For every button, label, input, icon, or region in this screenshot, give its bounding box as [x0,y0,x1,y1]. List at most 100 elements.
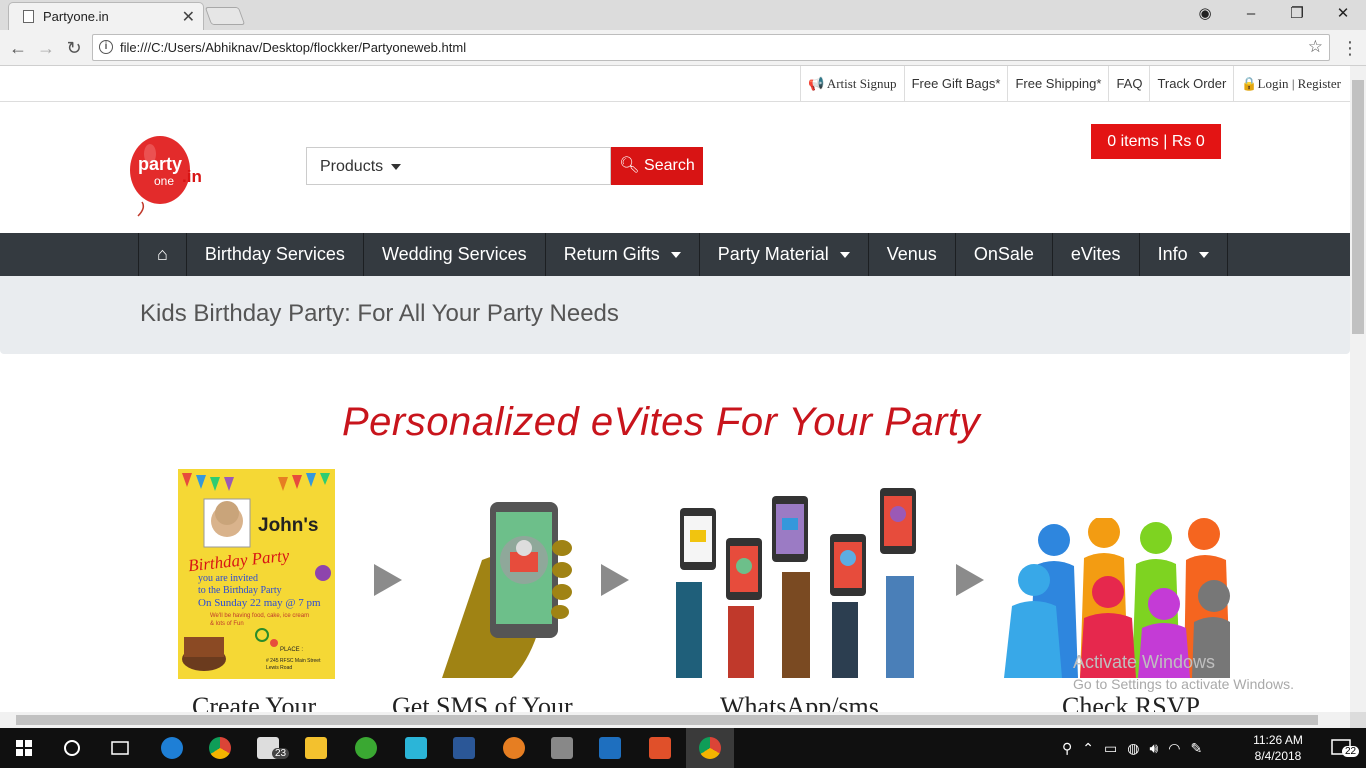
scroll-thumb[interactable] [1352,80,1364,334]
nav-return-gifts[interactable]: Return Gifts [546,233,700,276]
scroll-thumb[interactable] [16,715,1318,725]
volume-icon[interactable]: 🔊︎ [1149,740,1158,757]
home-icon: ⌂ [157,244,168,264]
notifications-badge: 22 [1342,746,1360,757]
nav-onsale[interactable]: OnSale [956,233,1053,276]
step-caption-create: Create Your [192,692,317,712]
arrow-right-icon [956,564,984,596]
search-button[interactable]: 🔍︎ Search [611,147,703,185]
vertical-scrollbar[interactable] [1350,66,1366,712]
app-green-icon[interactable] [342,728,390,768]
clock-date: 8/4/2018 [1254,749,1302,763]
chevron-down-icon [391,164,401,170]
minimize-button[interactable]: – [1228,2,1274,26]
bookmark-star-icon[interactable]: ☆ [1308,37,1323,57]
start-button[interactable] [0,728,48,768]
edge-icon[interactable] [148,728,196,768]
chevron-down-icon [1198,252,1209,259]
app-blue-icon[interactable] [586,728,634,768]
horizontal-scrollbar[interactable] [0,712,1350,728]
search-category-dropdown[interactable]: Products [306,147,611,185]
arrow-right-icon [374,564,402,596]
card-line2: to the Birthday Party [198,585,282,596]
partyone-logo[interactable]: party one .in [128,134,224,220]
back-button[interactable]: ← [6,36,30,60]
address-bar[interactable]: i file:///C:/Users/Abhiknav/Desktop/floc… [92,34,1330,61]
logo-text-in: .in [182,167,202,186]
mail-badge: 23 [272,748,290,759]
browser-tab-bar: Partyone.in ✕ ◉ – ❐ ✕ [0,0,1366,30]
card-place: # 245 RFSC Main Street Lewis Road [266,658,321,671]
url-text[interactable]: file:///C:/Users/Abhiknav/Desktop/flockk… [120,40,466,55]
card-line3: On Sunday 22 may @ 7 pm [198,597,321,609]
app-gallery-icon[interactable] [538,728,586,768]
logo-text-party: party [138,154,182,174]
mail-icon[interactable]: 23 [244,728,292,768]
arrow-right-icon [601,564,629,596]
new-tab-button[interactable] [204,7,246,25]
tab-title: Partyone.in [43,9,109,24]
file-explorer-icon[interactable] [292,728,340,768]
free-gift-bags-link[interactable]: Free Gift Bags* [903,66,1008,102]
cortana-search-icon[interactable] [48,728,96,768]
track-order-link[interactable]: Track Order [1149,66,1233,102]
info-icon[interactable]: i [99,40,113,54]
word-icon[interactable] [440,728,488,768]
page-icon [23,10,34,23]
taskbar-clock[interactable]: 11:26 AM 8/4/2018 [1246,732,1310,764]
login-link[interactable]: Login [1258,76,1289,91]
megaphone-icon: 📢 [808,76,825,91]
nav-party-material[interactable]: Party Material [700,233,869,276]
network-icon[interactable]: ◍ [1127,740,1139,757]
utility-bar: 📢 Artist Signup Free Gift Bags* Free Shi… [0,66,1350,102]
notifications-icon[interactable]: 22 [1318,728,1366,768]
nav-home[interactable]: ⌂ [139,233,187,276]
nav-wedding-services[interactable]: Wedding Services [364,233,546,276]
cart-button[interactable]: 0 items | Rs 0 [1091,124,1221,159]
tab-close-icon[interactable]: ✕ [182,7,195,27]
step-caption-rsvp: Check RSVP [1062,692,1200,712]
search-category-label: Products [320,158,384,175]
wifi-icon[interactable]: ◠ [1168,740,1180,757]
profile-icon[interactable]: ◉ [1182,2,1228,26]
page-banner: Kids Birthday Party: For All Your Party … [0,276,1350,354]
nav-venus[interactable]: Venus [869,233,956,276]
free-shipping-link[interactable]: Free Shipping* [1007,66,1108,102]
forward-button[interactable]: → [34,36,58,60]
chevron-down-icon [670,252,681,259]
main-navigation: ⌂ Birthday Services Wedding Services Ret… [0,233,1350,276]
chrome-active-icon[interactable] [686,728,734,768]
activate-windows-subtitle: Go to Settings to activate Windows. [1073,676,1294,692]
maximize-button[interactable]: ❐ [1274,2,1320,26]
faq-link[interactable]: FAQ [1108,66,1149,102]
pen-icon[interactable]: ✎ [1191,740,1203,757]
app-infinity-icon[interactable] [490,728,538,768]
search-icon: 🔍︎ [619,157,640,174]
evites-headline: Personalized eVites For Your Party [342,400,981,444]
card-place-label: PLACE : [280,647,304,653]
chrome-icon[interactable] [196,728,244,768]
clock-time: 11:26 AM [1253,733,1303,747]
chevron-up-icon[interactable]: ⌃ [1082,740,1094,757]
phone-email-image [442,498,582,678]
reload-button[interactable]: ↻ [62,36,86,60]
people-icon[interactable]: ⚲ [1062,740,1072,757]
artist-signup-link[interactable]: 📢 Artist Signup [800,66,903,102]
close-window-button[interactable]: ✕ [1320,2,1366,26]
task-view-icon[interactable] [96,728,144,768]
nav-birthday-services[interactable]: Birthday Services [187,233,364,276]
chevron-down-icon [839,252,850,259]
windows-taskbar: 23 ⚲ ⌃ ▭ ◍ 🔊︎ ◠ ✎ 11:26 AM 8/4/2018 22 [0,728,1366,768]
page-title: Kids Birthday Party: For All Your Party … [140,300,619,327]
app-red-icon[interactable] [636,728,684,768]
register-link[interactable]: Register [1298,76,1341,91]
nav-evites[interactable]: eVites [1053,233,1140,276]
step-caption-sms: Get SMS of Your [392,692,573,712]
browser-menu-icon[interactable]: ⋮ [1341,38,1359,58]
browser-tab[interactable]: Partyone.in ✕ [8,2,204,30]
card-line4: We'll be having food, cake, ice cream [210,613,310,619]
nav-info[interactable]: Info [1140,233,1228,276]
battery-icon[interactable]: ▭ [1104,740,1117,757]
whatsapp-sms-image [672,486,922,678]
app-plus-icon[interactable] [392,728,440,768]
